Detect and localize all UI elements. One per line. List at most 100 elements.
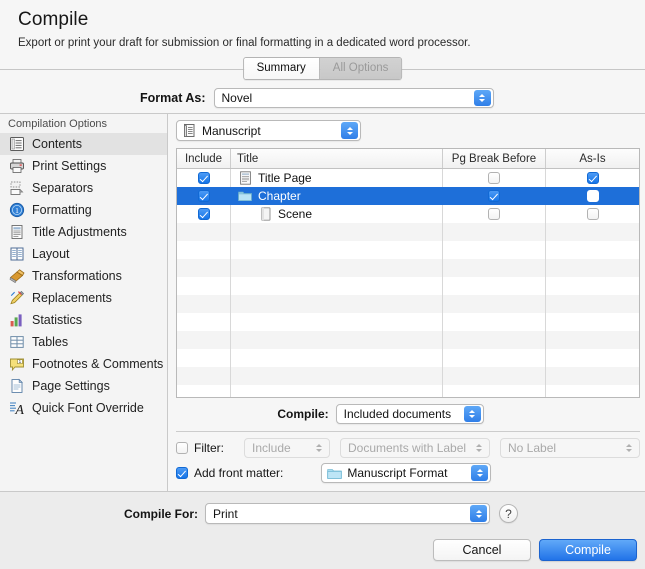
svg-text:1: 1 bbox=[18, 359, 21, 364]
chevron-updown-icon bbox=[473, 90, 491, 106]
cell-empty bbox=[545, 331, 639, 349]
table-row[interactable]: Chapter bbox=[177, 187, 639, 205]
front-matter-popup[interactable]: Manuscript Format bbox=[321, 463, 492, 483]
compile-button[interactable]: Compile bbox=[539, 539, 637, 561]
compile-for-value: Print bbox=[213, 506, 238, 521]
cell-empty bbox=[442, 367, 545, 385]
sidebar-item-page-settings[interactable]: Page Settings bbox=[0, 375, 167, 397]
sidebar-item-contents[interactable]: Contents bbox=[0, 133, 167, 155]
compile-for-popup[interactable]: Print bbox=[205, 503, 490, 524]
sidebar-item-quick-font-override[interactable]: A Quick Font Override bbox=[0, 397, 167, 419]
sidebar-item-footnotes-comments[interactable]: 1 Footnotes & Comments bbox=[0, 353, 167, 375]
cell-empty bbox=[442, 331, 545, 349]
include-checkbox[interactable] bbox=[197, 190, 210, 202]
table-row[interactable]: Scene bbox=[177, 205, 639, 223]
sidebar-item-label: Title Adjustments bbox=[32, 225, 127, 239]
sidebar-item-label: Page Settings bbox=[32, 379, 110, 393]
cell-title: Title Page bbox=[230, 169, 442, 187]
compilation-options-sidebar: Compilation Options Contents Print Settin… bbox=[0, 114, 168, 491]
cell-empty bbox=[230, 367, 442, 385]
cell-empty bbox=[177, 313, 230, 331]
table-row-empty[interactable] bbox=[177, 313, 639, 331]
pg-break-before-checkbox[interactable] bbox=[488, 190, 500, 202]
pg-break-before-checkbox[interactable] bbox=[488, 208, 500, 220]
sidebar-item-label: Contents bbox=[32, 137, 83, 151]
table-row-empty[interactable] bbox=[177, 241, 639, 259]
table-row-empty[interactable] bbox=[177, 367, 639, 385]
contents-table[interactable]: Include Title Pg Break Before As-Is Titl… bbox=[176, 148, 640, 398]
as-is-checkbox[interactable] bbox=[586, 172, 599, 184]
chevron-updown-icon bbox=[620, 440, 637, 456]
include-checkbox[interactable] bbox=[197, 172, 210, 184]
row-title-label: Chapter bbox=[258, 189, 301, 203]
sidebar-item-formatting[interactable]: 1 Formatting bbox=[0, 199, 167, 221]
include-checkbox[interactable] bbox=[197, 208, 210, 220]
chevron-updown-icon bbox=[471, 465, 489, 481]
sidebar-header: Compilation Options bbox=[8, 118, 108, 130]
table-row-empty[interactable] bbox=[177, 295, 639, 313]
table-row-empty[interactable] bbox=[177, 385, 639, 397]
filter-label-popup[interactable]: No Label bbox=[500, 438, 640, 458]
filter-type-value: Documents with Label bbox=[348, 441, 467, 455]
cell-empty bbox=[545, 349, 639, 367]
sidebar-item-tables[interactable]: Tables bbox=[0, 331, 167, 353]
filter-type-popup[interactable]: Documents with Label bbox=[340, 438, 490, 458]
compile-scope-row: Compile: Included documents bbox=[176, 404, 640, 424]
add-front-matter-checkbox[interactable] bbox=[176, 467, 188, 479]
source-folder-popup[interactable]: Manuscript bbox=[176, 120, 361, 141]
sidebar-item-statistics[interactable]: Statistics bbox=[0, 309, 167, 331]
cell-as-is bbox=[545, 169, 639, 187]
sidebar-item-title-adjustments[interactable]: Title Adjustments bbox=[0, 221, 167, 243]
table-row-empty[interactable] bbox=[177, 349, 639, 367]
sidebar-item-transformations[interactable]: Transformations bbox=[0, 265, 167, 287]
cancel-button[interactable]: Cancel bbox=[433, 539, 531, 561]
sidebar-item-label: Transformations bbox=[32, 269, 122, 283]
compile-scope-popup[interactable]: Included documents bbox=[335, 404, 484, 424]
table-row-empty[interactable] bbox=[177, 259, 639, 277]
cell-empty bbox=[230, 277, 442, 295]
cell-empty bbox=[177, 349, 230, 367]
cell-include bbox=[177, 205, 230, 223]
pg-break-before-checkbox[interactable] bbox=[488, 172, 500, 184]
filter-mode-popup[interactable]: Include bbox=[244, 438, 330, 458]
chevron-updown-icon bbox=[470, 440, 487, 456]
sidebar-item-print-settings[interactable]: Print Settings bbox=[0, 155, 167, 177]
cell-empty bbox=[545, 313, 639, 331]
as-is-checkbox[interactable] bbox=[586, 190, 599, 202]
cell-empty bbox=[442, 313, 545, 331]
chevron-updown-icon bbox=[310, 440, 327, 456]
help-button[interactable]: ? bbox=[499, 504, 518, 523]
column-header-as-is[interactable]: As-Is bbox=[545, 149, 639, 168]
dialog-body: Compilation Options Contents Print Settin… bbox=[0, 113, 645, 491]
tab-summary[interactable]: Summary bbox=[243, 58, 319, 79]
cell-title: Scene bbox=[230, 205, 442, 223]
filter-checkbox[interactable] bbox=[176, 442, 188, 454]
column-header-include[interactable]: Include bbox=[177, 149, 230, 168]
table-row-empty[interactable] bbox=[177, 277, 639, 295]
sidebar-list: Contents Print Settings Separators 1 Formatt… bbox=[0, 133, 167, 419]
sidebar-item-layout[interactable]: Layout bbox=[0, 243, 167, 265]
cell-empty bbox=[177, 259, 230, 277]
column-header-pg-break-before[interactable]: Pg Break Before bbox=[442, 149, 545, 168]
column-header-title[interactable]: Title bbox=[230, 149, 442, 168]
table-header-row: Include Title Pg Break Before As-Is bbox=[177, 149, 639, 169]
cell-empty bbox=[442, 223, 545, 241]
sidebar-item-replacements[interactable]: Replacements bbox=[0, 287, 167, 309]
format-as-popup[interactable]: Novel bbox=[213, 88, 494, 108]
page-settings-icon bbox=[8, 378, 25, 395]
cell-pg-break-before bbox=[442, 205, 545, 223]
sidebar-item-separators[interactable]: Separators bbox=[0, 177, 167, 199]
tab-all-options[interactable]: All Options bbox=[318, 58, 402, 79]
as-is-checkbox[interactable] bbox=[586, 208, 599, 220]
table-row-empty[interactable] bbox=[177, 223, 639, 241]
cell-as-is bbox=[545, 205, 639, 223]
filter-mode-value: Include bbox=[252, 441, 291, 455]
row-title-label: Title Page bbox=[258, 171, 312, 185]
sidebar-item-label: Print Settings bbox=[32, 159, 107, 173]
cell-empty bbox=[442, 295, 545, 313]
table-row-empty[interactable] bbox=[177, 331, 639, 349]
table-body: Title Page Chapter Scene bbox=[177, 169, 639, 397]
filter-row: Filter: Include Documents with Label No … bbox=[176, 438, 640, 458]
dialog-header: Compile Export or print your draft for s… bbox=[0, 0, 645, 55]
table-row[interactable]: Title Page bbox=[177, 169, 639, 187]
